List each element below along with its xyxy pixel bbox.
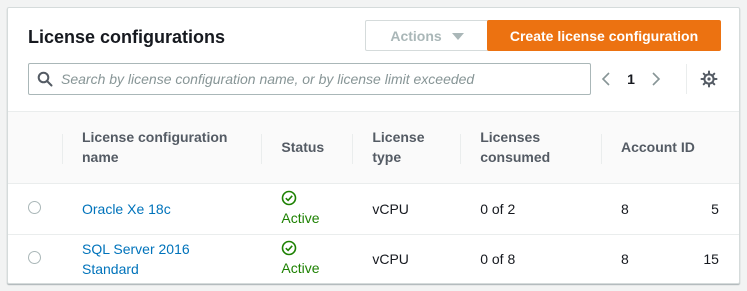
search-icon: [29, 64, 61, 94]
license-type-cell: vCPU: [352, 183, 461, 235]
select-column-header: [8, 112, 62, 184]
row-select-radio[interactable]: [28, 200, 41, 214]
license-configurations-panel: License configurations Actions Create li…: [7, 7, 740, 284]
column-header-name[interactable]: License configuration name: [61, 112, 262, 184]
pagination: 1: [595, 66, 667, 92]
pager-divider: [686, 64, 687, 94]
status-text: Active: [281, 260, 320, 277]
table-row[interactable]: Oracle Xe 18c Active vCPU 0 of 2 85: [8, 183, 739, 235]
chevron-right-icon[interactable]: [645, 66, 667, 92]
license-configuration-link[interactable]: Oracle Xe 18c: [82, 201, 171, 217]
page-title: License configurations: [28, 27, 226, 47]
search-input[interactable]: [61, 65, 590, 93]
account-id-cell: 85: [600, 183, 739, 235]
search-box: [28, 63, 591, 95]
check-circle-icon: [281, 190, 332, 208]
licenses-consumed-cell: 0 of 2: [460, 183, 601, 235]
account-id-cell: 8 15: [620, 251, 719, 268]
chevron-left-icon[interactable]: [595, 66, 617, 92]
license-configuration-link[interactable]: SQL Server 2016 Standard: [82, 241, 190, 277]
column-header-license-type[interactable]: License type: [352, 112, 461, 184]
caret-down-icon: [451, 33, 464, 40]
licenses-consumed-cell: 0 of 8: [480, 251, 516, 268]
gear-icon[interactable]: [698, 68, 720, 90]
actions-button[interactable]: Actions: [365, 20, 489, 51]
row-select-radio[interactable]: [28, 251, 41, 265]
create-license-configuration-button[interactable]: Create license configuration: [487, 20, 721, 51]
table-header-row: License configuration name Status Licens…: [8, 112, 739, 184]
column-header-status[interactable]: Status: [261, 112, 353, 184]
panel-header: License configurations Actions Create li…: [8, 8, 739, 112]
column-header-account-id[interactable]: Account ID: [600, 112, 739, 184]
license-type-cell: vCPU: [372, 251, 409, 268]
column-header-licenses-consumed[interactable]: Licenses consumed: [460, 112, 601, 184]
check-circle-icon: [281, 240, 332, 258]
actions-label: Actions: [390, 27, 442, 44]
license-configurations-table: License configuration name Status Licens…: [8, 112, 739, 284]
table-row[interactable]: SQL Server 2016 Standard Active vCPU 0 o…: [8, 234, 739, 284]
status-text: Active: [281, 209, 320, 226]
current-page-number[interactable]: 1: [617, 71, 645, 87]
